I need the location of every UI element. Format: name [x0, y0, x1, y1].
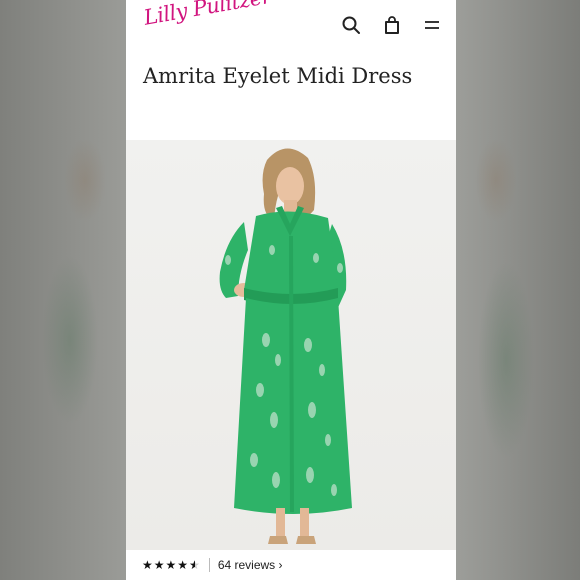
search-icon[interactable]	[340, 14, 362, 36]
divider	[208, 558, 210, 572]
product-page: Lilly Pulitzer Amrita Eyelet Midi Dress	[126, 0, 456, 580]
blurred-background-right	[456, 140, 580, 580]
shopping-bag-icon[interactable]	[381, 14, 403, 36]
star-icon: ★	[165, 558, 178, 572]
star-icon: ★	[177, 558, 190, 572]
menu-icon[interactable]	[421, 14, 443, 36]
star-icon: ★	[153, 558, 166, 572]
blurred-background-left	[0, 140, 126, 580]
star-rating[interactable]: ★ ★ ★ ★ ★ ★	[142, 558, 201, 572]
site-header: Lilly Pulitzer	[126, 0, 456, 52]
half-star-icon: ★ ★	[189, 558, 201, 572]
rating-bar: ★ ★ ★ ★ ★ ★ 64 reviews ›	[126, 550, 456, 580]
product-title: Amrita Eyelet Midi Dress	[143, 64, 413, 88]
brand-logo[interactable]: Lilly Pulitzer	[142, 0, 273, 30]
reviews-link[interactable]: 64 reviews ›	[218, 558, 283, 572]
star-icon: ★	[142, 558, 154, 572]
product-image[interactable]	[126, 140, 456, 550]
